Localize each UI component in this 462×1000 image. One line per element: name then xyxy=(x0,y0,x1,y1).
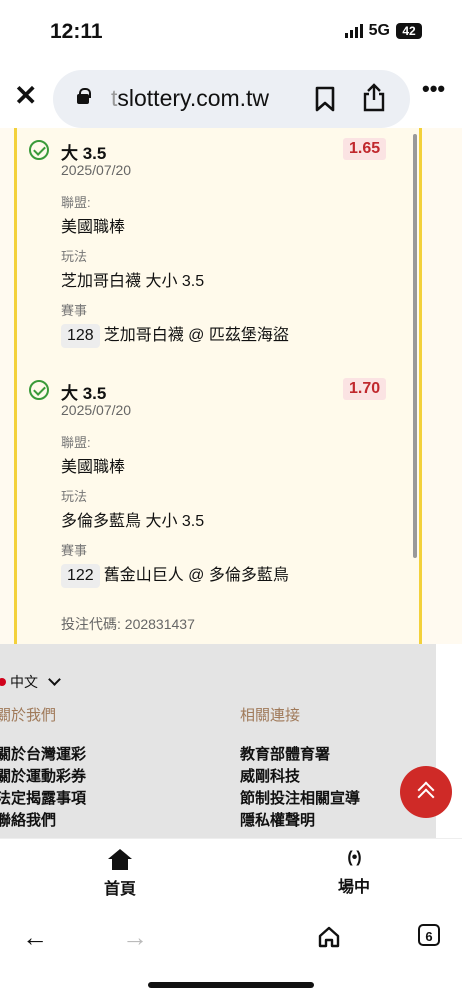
footer-link[interactable]: 隱私權聲明 xyxy=(240,810,360,832)
event-value: 122 舊金山巨人 @ 多倫多藍鳥 xyxy=(61,561,289,588)
league-label: 聯盟: xyxy=(61,195,91,210)
event-name: 芝加哥白襪 @ 匹茲堡海盜 xyxy=(103,327,289,344)
browser-url-bar: ✕ tslottery.com.tw ••• xyxy=(0,62,462,128)
bet-pick: 大 3.5 xyxy=(61,384,107,403)
bet-code: 投注代碼: 202831437 xyxy=(61,616,195,632)
browser-toolbar: ← → 6 xyxy=(0,908,462,966)
footer-link[interactable]: 教育部體育署 xyxy=(240,744,360,766)
league-value: 美國職棒 xyxy=(61,459,126,476)
bet-date: 2025/07/20 xyxy=(61,162,132,178)
related-heading: 相關連接 xyxy=(240,707,301,724)
footer-link[interactable]: 法定揭露事項 xyxy=(0,788,86,810)
odds-badge: 1.70 xyxy=(343,378,387,400)
play-value: 多倫多藍鳥 大小 3.5 xyxy=(61,513,205,530)
event-label: 賽事 xyxy=(61,543,88,558)
about-links: 關於台灣運彩 關於運動彩券 法定揭露事項 聯絡我們 xyxy=(0,744,86,832)
url-text[interactable]: tslottery.com.tw xyxy=(111,85,269,112)
play-label: 玩法 xyxy=(61,489,88,504)
event-name: 舊金山巨人 @ 多倫多藍鳥 xyxy=(103,567,289,584)
play-value: 芝加哥白襪 大小 3.5 xyxy=(61,273,205,290)
broadcast-icon: (•) xyxy=(347,849,361,866)
check-circle-icon xyxy=(29,380,49,400)
lock-icon xyxy=(77,88,91,104)
bet-pick: 大 3.5 xyxy=(61,144,107,163)
home-icon xyxy=(108,849,132,871)
related-links: 教育部體育署 威剛科技 節制投注相關宣導 隱私權聲明 xyxy=(240,744,360,832)
language-selector[interactable]: 中文 xyxy=(0,672,61,692)
event-label: 賽事 xyxy=(61,303,88,318)
flag-icon xyxy=(0,678,6,686)
status-indicators: 5G 42 xyxy=(344,22,422,40)
bet-date: 2025/07/20 xyxy=(61,402,132,418)
bet-card: 大 3.5 2025/07/20 1.65 聯盟: 美國職棒 玩法 芝加哥白襪 … xyxy=(14,128,422,644)
nav-live[interactable]: (•) 場中 xyxy=(334,849,374,897)
footer-link[interactable]: 關於台灣運彩 xyxy=(0,744,86,766)
play-label: 玩法 xyxy=(61,249,88,264)
more-options-icon[interactable]: ••• xyxy=(422,76,445,102)
home-indicator xyxy=(148,982,314,988)
nav-live-label: 場中 xyxy=(337,879,370,896)
league-label: 聯盟: xyxy=(61,435,91,450)
chevron-down-icon xyxy=(48,673,61,686)
tabs-count-button[interactable]: 6 xyxy=(418,924,440,946)
url-domain: slottery.com.tw xyxy=(117,85,270,111)
league-value: 美國職棒 xyxy=(61,219,126,236)
forward-arrow-icon[interactable]: → xyxy=(122,922,148,953)
footer-link[interactable]: 節制投注相關宣導 xyxy=(240,788,360,810)
nav-home-label: 首頁 xyxy=(103,881,136,898)
footer-link[interactable]: 威剛科技 xyxy=(240,766,360,788)
nav-home[interactable]: 首頁 xyxy=(100,849,140,899)
footer-link[interactable]: 關於運動彩券 xyxy=(0,766,86,788)
event-number: 122 xyxy=(61,564,100,588)
event-value: 128 芝加哥白襪 @ 匹茲堡海盜 xyxy=(61,321,289,348)
footer-link[interactable]: 聯絡我們 xyxy=(0,810,86,832)
bookmark-icon[interactable] xyxy=(313,86,337,112)
address-field[interactable]: tslottery.com.tw xyxy=(53,70,410,128)
about-heading: 關於我們 xyxy=(0,707,57,724)
home-outline-icon[interactable] xyxy=(318,926,340,948)
odds-badge: 1.65 xyxy=(343,138,387,160)
status-bar: 12:11 5G 42 xyxy=(0,0,462,62)
battery-icon: 42 xyxy=(396,23,422,39)
site-footer: 中文 關於我們 相關連接 關於台灣運彩 關於運動彩券 法定揭露事項 聯絡我們 教… xyxy=(0,644,436,838)
bet-details-panel: 大 3.5 2025/07/20 1.65 聯盟: 美國職棒 玩法 芝加哥白襪 … xyxy=(0,128,462,644)
language-label: 中文 xyxy=(10,674,38,690)
scroll-to-top-button[interactable] xyxy=(400,766,452,818)
network-type: 5G xyxy=(368,22,390,39)
status-time: 12:11 xyxy=(50,20,103,43)
back-arrow-icon[interactable]: ← xyxy=(22,922,48,953)
share-icon[interactable] xyxy=(361,82,387,112)
close-icon[interactable]: ✕ xyxy=(14,79,37,112)
signal-icon xyxy=(344,24,363,38)
check-circle-icon xyxy=(29,140,49,160)
event-number: 128 xyxy=(61,324,100,348)
bottom-navigation: 首頁 (•) 場中 xyxy=(0,838,462,909)
scrollbar[interactable] xyxy=(413,134,417,558)
